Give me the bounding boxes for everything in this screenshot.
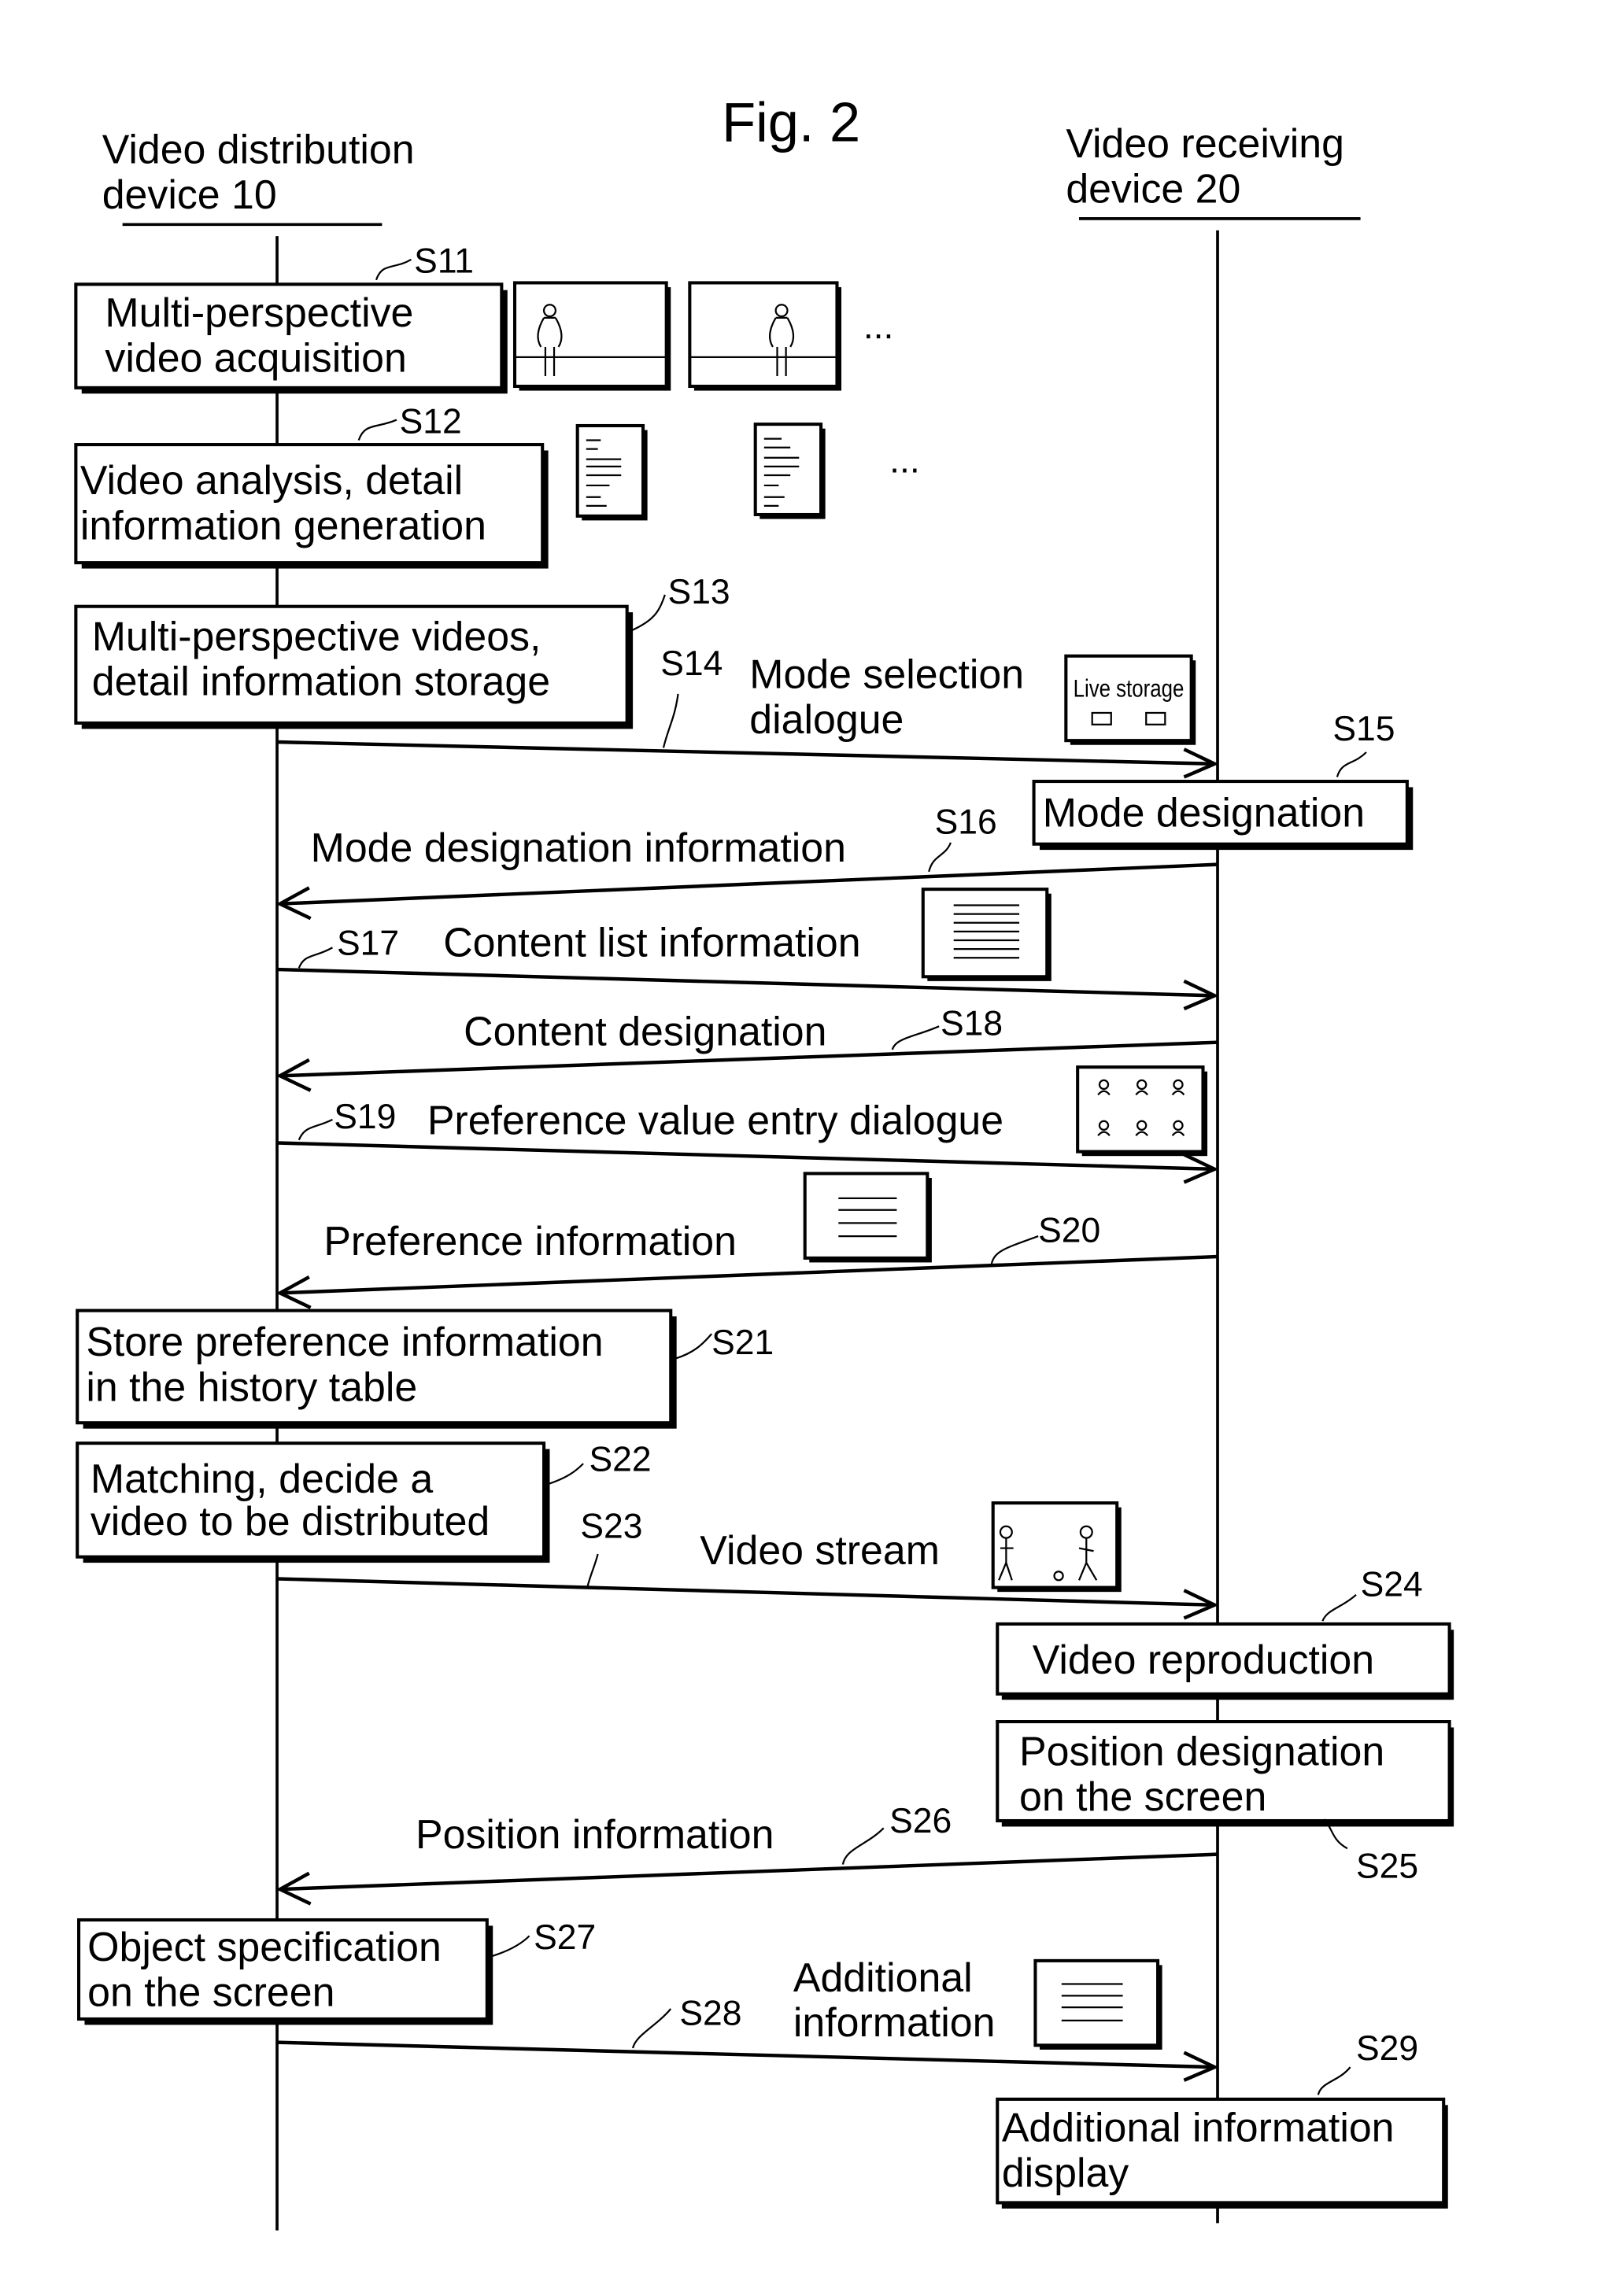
camera-view-icon: [512, 281, 671, 391]
step-s22-line2: video to be distributed: [91, 1498, 490, 1544]
message-s20-line1: Preference information: [323, 1218, 737, 1264]
lane-left-line1: Video distribution: [102, 127, 415, 172]
step-s13-line1: Multi-perspective videos,: [92, 613, 541, 659]
message-s19-line1: Preference value entry dialogue: [427, 1097, 1003, 1142]
ellipsis: ...: [863, 305, 894, 346]
message-s18-line1: Content designation: [464, 1008, 826, 1054]
step-s22-line1: Matching, decide a: [91, 1456, 433, 1501]
message-s23-line1: Video stream: [700, 1527, 940, 1573]
step-s12-id: S12: [400, 402, 462, 441]
sequence-diagram: Fig. 2 Video distribution device 10 Vide…: [74, 91, 1454, 2231]
video-stream-icon: [991, 1501, 1122, 1593]
step-s25-id: S25: [1356, 1847, 1418, 1885]
step-s11-id: S11: [414, 242, 474, 280]
figure-title: Fig. 2: [722, 91, 860, 153]
step-s11: Multi-perspective video acquisition S11: [74, 242, 508, 394]
message-s17-line1: Content list information: [443, 919, 860, 965]
step-s29: Additional information display S29: [996, 2029, 1448, 2209]
step-s21-line1: Store preference information: [86, 1319, 603, 1364]
message-s14-line1: Mode selection: [749, 651, 1024, 696]
step-s11-line2: video acquisition: [105, 334, 406, 380]
document-icon: [575, 423, 648, 521]
step-s15-line1: Mode designation: [1043, 789, 1365, 835]
additional-info-icon: [1033, 1958, 1162, 2050]
step-s25-line1: Position designation: [1019, 1729, 1384, 1774]
step-s17-id: S17: [337, 925, 399, 963]
message-s26-line1: Position information: [416, 1811, 774, 1857]
step-s21: Store preference information in the hist…: [76, 1309, 774, 1429]
step-s13: Multi-perspective videos, detail informa…: [74, 573, 730, 729]
step-s29-id: S29: [1356, 2029, 1418, 2068]
preference-info-icon: [803, 1172, 932, 1263]
step-s29-line1: Additional information: [1002, 2105, 1395, 2150]
message-s14-line2: dialogue: [749, 696, 904, 742]
camera-view-icon: [688, 281, 842, 391]
step-s21-id: S21: [711, 1323, 774, 1362]
step-s27: Object specification on the screen S27: [77, 1918, 596, 2025]
step-s13-id: S13: [668, 573, 730, 611]
message-s20: Preference information S20: [275, 1172, 1218, 1309]
step-s27-line1: Object specification: [87, 1924, 442, 1969]
step-s22-id: S22: [589, 1440, 652, 1478]
step-s12: Video analysis, detail information gener…: [74, 402, 549, 569]
step-s25-line2: on the screen: [1019, 1774, 1266, 1819]
mode-dialog-icon-text: Live storage: [1074, 674, 1185, 703]
step-s13-line2: detail information storage: [92, 659, 550, 704]
step-s16-id: S16: [935, 803, 997, 842]
step-s27-id: S27: [534, 1918, 596, 1957]
preference-dialog-icon: [1076, 1065, 1208, 1157]
step-s23-id: S23: [580, 1508, 642, 1546]
message-s19: S19 Preference value entry dialogue: [276, 1065, 1219, 1184]
lane-header-receiving: Video receiving device 20: [1066, 120, 1361, 220]
step-s18-id: S18: [941, 1004, 1003, 1043]
step-s14-id: S14: [660, 644, 723, 683]
message-s28-line1: Additional: [793, 1955, 973, 2000]
step-s26-id: S26: [889, 1802, 952, 1840]
ellipsis: ...: [889, 439, 920, 480]
lane-right-line2: device 20: [1066, 166, 1240, 212]
lane-right-line1: Video receiving: [1066, 120, 1344, 166]
step-s20-id: S20: [1038, 1211, 1100, 1250]
step-s27-line2: on the screen: [87, 1969, 334, 2014]
step-s24-id: S24: [1361, 1566, 1423, 1604]
step-s24-line1: Video reproduction: [1033, 1637, 1374, 1682]
mode-dialog-icon: Live storage: [1064, 654, 1196, 745]
step-s29-line2: display: [1002, 2150, 1129, 2195]
content-list-icon: [921, 888, 1051, 981]
step-s11-line1: Multi-perspective: [105, 290, 413, 335]
step-s22: Matching, decide a video to be distribut…: [76, 1440, 652, 1563]
step-s21-line2: in the history table: [86, 1364, 417, 1409]
document-icon: [753, 423, 826, 519]
message-s17: S17 Content list information: [276, 888, 1219, 1011]
step-s12-line2: information generation: [80, 502, 486, 548]
step-s19-id: S19: [334, 1098, 396, 1136]
step-s28-id: S28: [679, 1994, 741, 2032]
lane-left-line2: device 10: [102, 172, 277, 217]
lane-header-distribution: Video distribution device 10: [102, 127, 415, 227]
step-s12-line1: Video analysis, detail: [80, 457, 463, 503]
message-s16-line1: Mode designation information: [311, 825, 846, 870]
message-s28-line2: information: [793, 1999, 996, 2045]
step-s15-id: S15: [1332, 710, 1395, 748]
